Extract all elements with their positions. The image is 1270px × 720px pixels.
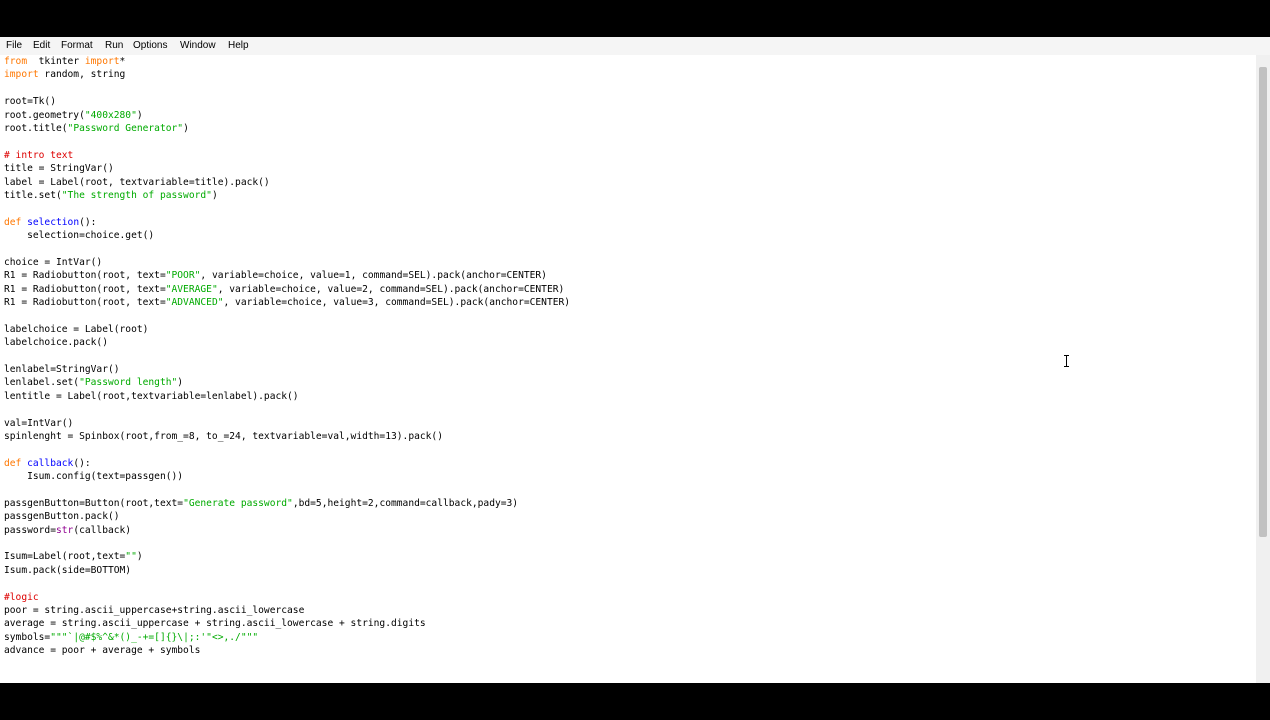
code-line: labelchoice = Label(root) <box>4 323 149 335</box>
code-line: def callback(): <box>4 457 91 469</box>
menu-file[interactable]: File <box>6 40 22 51</box>
code-line: val=IntVar() <box>4 417 74 429</box>
code-line: selection=choice.get() <box>4 230 155 242</box>
menu-options[interactable]: Options <box>133 40 167 51</box>
code-line: # intro text <box>4 149 74 161</box>
code-line: import random, string <box>4 69 126 81</box>
code-line: R1 = Radiobutton(root, text="AVERAGE", v… <box>4 283 565 295</box>
code-line: from tkinter import* <box>4 56 126 67</box>
code-line: title.set("The strength of password") <box>4 189 218 201</box>
code-line: lentitle = Label(root,textvariable=lenla… <box>4 390 299 402</box>
vertical-scrollbar[interactable] <box>1256 55 1270 683</box>
code-line: title = StringVar() <box>4 163 114 175</box>
code-text[interactable]: from tkinter import* import random, strin… <box>4 55 570 658</box>
code-line: root.geometry("400x280") <box>4 109 143 121</box>
code-line: password=str(callback) <box>4 524 132 536</box>
code-line: #logic <box>4 591 39 603</box>
code-line: passgenButton.pack() <box>4 511 120 523</box>
menu-help[interactable]: Help <box>228 40 249 51</box>
code-line: average = string.ascii_uppercase + strin… <box>4 618 426 630</box>
menu-window[interactable]: Window <box>180 40 216 51</box>
menu-format[interactable]: Format <box>61 40 93 51</box>
code-line: choice = IntVar() <box>4 256 103 268</box>
code-line: root.title("Password Generator") <box>4 122 189 134</box>
code-line: R1 = Radiobutton(root, text="POOR", vari… <box>4 270 547 282</box>
code-line: spinlenght = Spinbox(root,from_=8, to_=2… <box>4 430 443 442</box>
menu-bar: File Edit Format Run Options Window Help <box>0 37 1270 55</box>
code-line: advance = poor + average + symbols <box>4 645 201 657</box>
code-line: labelchoice.pack() <box>4 337 108 349</box>
code-line: Isum.config(text=passgen()) <box>4 471 184 483</box>
code-line: symbols="""`|@#$%^&*()_-+=[]{}\|;:'"<>,.… <box>4 631 259 643</box>
code-line: lenlabel.set("Password length") <box>4 377 184 389</box>
menu-edit[interactable]: Edit <box>33 40 50 51</box>
code-line: root=Tk() <box>4 96 56 108</box>
code-editor[interactable]: from tkinter import* import random, strin… <box>0 55 1256 683</box>
code-line: poor = string.ascii_uppercase+string.asc… <box>4 605 305 617</box>
code-line: lenlabel=StringVar() <box>4 363 120 375</box>
code-line: def selection(): <box>4 216 97 228</box>
code-line: Isum=Label(root,text="") <box>4 551 143 563</box>
text-cursor-icon <box>1064 355 1070 367</box>
menu-run[interactable]: Run <box>105 40 123 51</box>
code-line: R1 = Radiobutton(root, text="ADVANCED", … <box>4 297 571 309</box>
code-line: label = Label(root, textvariable=title).… <box>4 176 270 188</box>
code-line: Isum.pack(side=BOTTOM) <box>4 564 132 576</box>
code-line: passgenButton=Button(root,text="Generate… <box>4 497 519 509</box>
scrollbar-thumb[interactable] <box>1259 67 1267 537</box>
idle-editor-window: File Edit Format Run Options Window Help… <box>0 37 1270 683</box>
